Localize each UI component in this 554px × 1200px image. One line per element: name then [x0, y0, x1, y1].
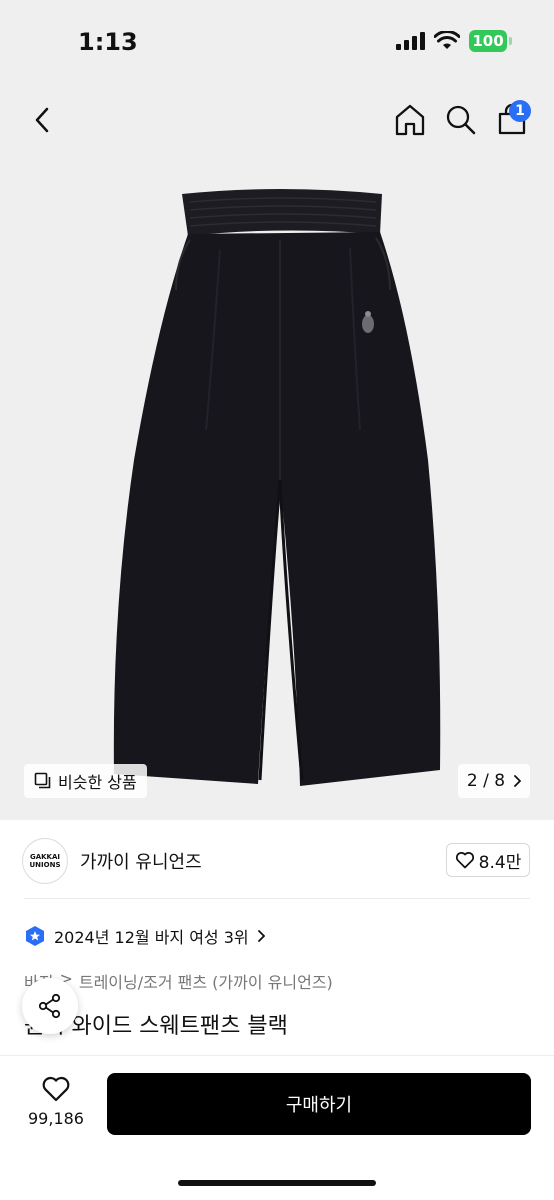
- buy-button[interactable]: 구매하기: [107, 1073, 531, 1135]
- gallery-page-indicator[interactable]: 2 / 8: [458, 764, 530, 798]
- brand-logo[interactable]: GAKKAI UNIONS: [22, 838, 68, 884]
- brand-logo-line1: GAKKAI: [29, 853, 61, 861]
- cart-badge: 1: [509, 100, 531, 122]
- signal-icon: [396, 32, 425, 50]
- status-time: 1:13: [78, 28, 138, 56]
- page-indicator-text: 2 / 8: [466, 771, 506, 791]
- wifi-icon: [434, 31, 460, 49]
- rank-badge-icon: [26, 926, 44, 946]
- chevron-right-icon: [257, 930, 265, 942]
- wishlist-button[interactable]: 99,186: [24, 1075, 88, 1135]
- share-button[interactable]: [22, 978, 78, 1034]
- search-icon: [446, 105, 476, 135]
- chevron-left-icon: [35, 107, 49, 133]
- product-image[interactable]: [110, 180, 450, 800]
- battery-tip: [509, 37, 512, 45]
- brand-like-count: 8.4만: [478, 852, 522, 873]
- home-button[interactable]: [390, 100, 430, 140]
- brand-logo-line2: UNIONS: [29, 861, 61, 869]
- heart-icon: [42, 1076, 70, 1102]
- back-button[interactable]: [22, 100, 62, 140]
- brand-name[interactable]: 가까이 유니언즈: [80, 848, 202, 874]
- product-gallery[interactable]: 1:13 100 1 비슷한 상품 2 / 8: [0, 0, 554, 820]
- home-icon: [395, 104, 425, 136]
- similar-products-label: 비슷한 상품: [58, 773, 137, 792]
- similar-icon: [34, 772, 51, 789]
- breadcrumb-subcategory[interactable]: 트레이닝/조거 팬츠 (가까이 유니언즈): [79, 969, 333, 993]
- ranking-text: 2024년 12월 바지 여성 3위: [54, 928, 249, 947]
- wishlist-count: 99,186: [28, 1109, 84, 1128]
- home-indicator: [178, 1180, 376, 1186]
- search-button[interactable]: [441, 100, 481, 140]
- chevron-right-icon: [514, 775, 522, 787]
- share-icon: [38, 993, 61, 1019]
- similar-products-button[interactable]: 비슷한 상품: [24, 764, 147, 798]
- divider: [24, 898, 530, 899]
- battery-indicator: 100: [469, 30, 507, 52]
- status-bar: 1:13 100: [0, 0, 554, 84]
- heart-icon: [455, 852, 474, 869]
- ranking-link[interactable]: 2024년 12월 바지 여성 3위: [24, 924, 265, 948]
- brand-like-button[interactable]: 8.4만: [446, 843, 530, 877]
